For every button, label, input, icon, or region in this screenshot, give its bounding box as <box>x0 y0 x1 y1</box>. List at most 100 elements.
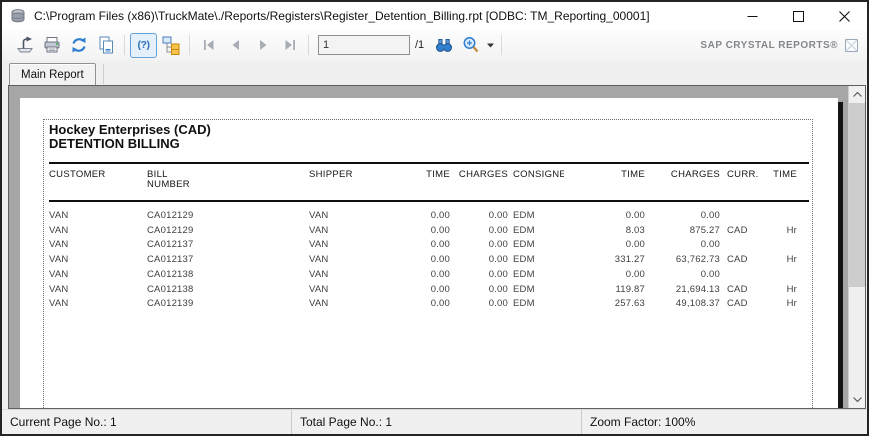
zoom-factor-label: Zoom Factor: 100% <box>590 415 696 429</box>
table-cell: VAN <box>309 298 329 310</box>
zoom-button[interactable] <box>457 33 484 58</box>
chevron-up-icon <box>852 92 862 97</box>
next-page-icon <box>259 40 266 50</box>
first-page-button[interactable] <box>195 33 222 58</box>
table-cell: 0.00 <box>625 268 645 280</box>
titlebar: C:\Program Files (x86)\TruckMate\./Repor… <box>2 2 867 30</box>
current-page-label: Current Page No.: 1 <box>10 415 117 429</box>
vertical-scrollbar[interactable] <box>848 86 865 408</box>
table-cell: VAN <box>309 268 329 280</box>
table-cell <box>720 238 762 253</box>
previous-page-button[interactable] <box>222 33 249 58</box>
next-page-button[interactable] <box>249 33 276 58</box>
toggle-parameter-panel-button[interactable]: (?) <box>130 32 157 58</box>
column-header: CHARGES <box>458 170 508 180</box>
table-cell: Hr <box>786 254 797 266</box>
table-cell: EDM <box>513 210 535 221</box>
print-button[interactable] <box>38 33 65 58</box>
table-cell: CA012137 <box>147 254 194 266</box>
minimize-button[interactable] <box>729 2 775 30</box>
scroll-up-button[interactable] <box>849 86 865 103</box>
find-icon <box>435 39 452 52</box>
table-row: VAN CA012129 VAN 0.00 0.00 EDM 0.00 0.00 <box>44 209 812 224</box>
table-cell: EDM <box>513 298 535 310</box>
table-cell: CA012137 <box>147 239 194 251</box>
table-cell: VAN <box>309 283 329 295</box>
scrollbar-thumb[interactable] <box>849 103 865 287</box>
tab-strip-divider <box>103 64 104 84</box>
table-cell: CA012129 <box>147 210 194 221</box>
table-cell: Hr <box>786 224 797 236</box>
crystal-reports-window: C:\Program Files (x86)\TruckMate\./Repor… <box>0 0 869 436</box>
table-cell: 49,108.37 <box>675 298 720 310</box>
table-cell: 0.00 <box>625 210 645 221</box>
last-page-button[interactable] <box>276 33 303 58</box>
column-header: SHIPPER <box>309 170 353 180</box>
page-count-label: /1 <box>415 39 425 51</box>
report-margin-box: Hockey Enterprises (CAD) DETENTION BILLI… <box>43 119 813 408</box>
table-cell: VAN <box>309 224 329 236</box>
table-cell: 0.00 <box>430 268 450 280</box>
brand-label: SAP CRYSTAL REPORTS® <box>700 39 838 51</box>
table-cell: Hr <box>786 283 797 295</box>
table-row: VAN CA012129 VAN 0.00 0.00 EDM 8.03 875.27 CAD Hr <box>44 224 812 239</box>
toggle-group-tree-button[interactable] <box>157 33 184 58</box>
toolbar-separator <box>308 35 309 55</box>
refresh-button[interactable] <box>65 33 92 58</box>
zoom-dropdown-button[interactable] <box>484 33 496 58</box>
table-cell: 0.00 <box>430 283 450 295</box>
table-cell: CAD <box>727 298 748 310</box>
table-body: VAN CA012129 VAN 0.00 0.00 EDM 0.00 0.00 VAN CA01… <box>44 209 812 312</box>
close-button[interactable] <box>821 2 867 30</box>
table-cell: 0.00 <box>430 239 450 251</box>
table-cell: VAN <box>49 268 69 280</box>
header-rule-top <box>49 162 809 164</box>
column-header: CUSTOMER <box>49 170 106 180</box>
export-button[interactable] <box>11 33 38 58</box>
toolbar-separator <box>501 35 503 55</box>
column-header: CONSIGNEE <box>513 170 564 180</box>
table-header-row: CUSTOMER BILL NUMBER SHIPPER TIME CHARGES CON… <box>44 170 812 190</box>
table-cell: CA012139 <box>147 298 194 310</box>
previous-page-icon <box>232 40 239 50</box>
table-cell: 0.00 <box>488 210 508 221</box>
find-button[interactable] <box>430 33 457 58</box>
table-cell: VAN <box>309 239 329 251</box>
column-header: TIME <box>773 170 797 180</box>
table-cell: 0.00 <box>488 298 508 310</box>
toggle-group-tree-icon <box>162 36 179 55</box>
table-cell <box>720 209 762 224</box>
table-row: VAN CA012138 VAN 0.00 0.00 EDM 119.87 21,694.13… <box>44 283 812 298</box>
minimize-icon <box>747 15 757 17</box>
table-cell: 0.00 <box>488 239 508 251</box>
column-header: TIME <box>621 170 645 180</box>
table-cell: VAN <box>49 239 69 251</box>
column-header: BILL NUMBER <box>147 170 190 190</box>
table-cell: EDM <box>513 254 535 266</box>
tab-main-report[interactable]: Main Report <box>9 63 96 85</box>
page-number-input[interactable] <box>318 35 410 55</box>
export-icon <box>16 36 33 53</box>
table-cell: VAN <box>49 210 69 221</box>
report-app-icon <box>10 8 27 24</box>
brand-area: SAP CRYSTAL REPORTS® <box>700 38 858 52</box>
toolbar: (?) 1 /1 SAP CRYSTAL REPORTS® <box>2 30 867 60</box>
table-cell: VAN <box>49 254 69 266</box>
table-cell: 0.00 <box>430 210 450 221</box>
tab-label: Main Report <box>21 68 84 81</box>
window-title: C:\Program Files (x86)\TruckMate\./Repor… <box>34 9 650 23</box>
table-cell: 119.87 <box>615 283 645 295</box>
report-page: Hockey Enterprises (CAD) DETENTION BILLI… <box>20 98 838 408</box>
maximize-button[interactable] <box>775 2 821 30</box>
scroll-down-button[interactable] <box>849 391 865 408</box>
table-cell: 257.63 <box>614 298 645 310</box>
table-cell: 0.00 <box>488 268 508 280</box>
table-cell: CAD <box>727 224 748 236</box>
report-title: DETENTION BILLING <box>49 136 180 151</box>
copy-button[interactable] <box>92 33 119 58</box>
table-cell: EDM <box>513 224 535 236</box>
table-cell: VAN <box>309 254 329 266</box>
table-cell: 0.00 <box>430 254 450 266</box>
maximize-icon <box>792 10 804 22</box>
status-bar: Current Page No.: 1 Total Page No.: 1 Zo… <box>2 409 867 434</box>
